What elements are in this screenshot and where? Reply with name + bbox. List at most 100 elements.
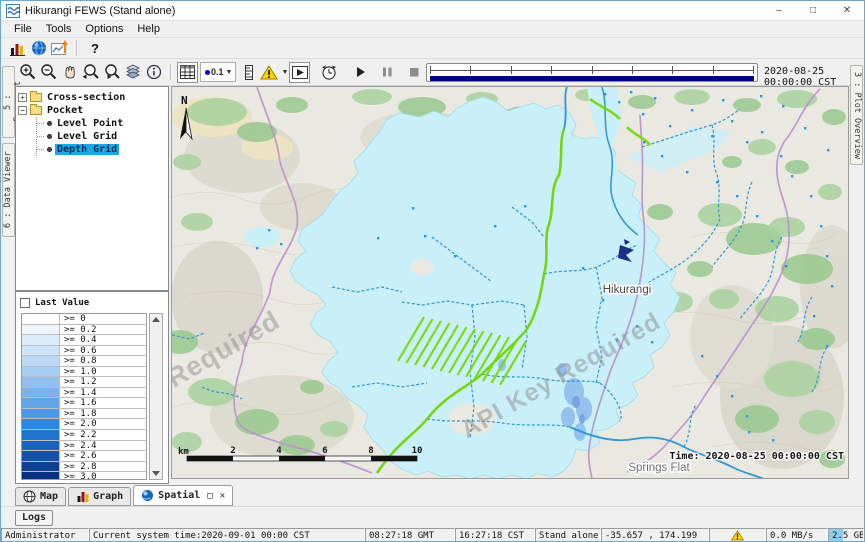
stop-button[interactable] — [403, 62, 424, 83]
legend-row[interactable]: >= 1.2 — [22, 377, 146, 388]
zoom-next-button[interactable] — [101, 62, 122, 83]
tree-item-cross-section[interactable]: Cross-section — [18, 91, 166, 104]
legend-row[interactable]: >= 1.4 — [22, 388, 146, 399]
chevron-down-icon: ▼ — [226, 69, 233, 76]
legend-row[interactable]: >= 0.4 — [22, 335, 146, 346]
bar-chart-icon — [76, 490, 89, 503]
legend-row[interactable]: >= 2.0 — [22, 419, 146, 430]
tab-graph[interactable]: Graph — [68, 487, 131, 506]
time-slider[interactable] — [426, 63, 758, 82]
info-icon — [145, 63, 163, 81]
close-button[interactable]: ✕ — [830, 1, 864, 20]
ruler-icon — [242, 64, 256, 81]
tree-item-level-grid[interactable]: Level Grid — [37, 130, 166, 143]
tab-map[interactable]: Map — [15, 487, 66, 506]
tree-item-depth-grid[interactable]: Depth Grid — [37, 143, 166, 156]
zoom-in-button[interactable] — [17, 62, 38, 83]
legend-row[interactable]: >= 0.6 — [22, 346, 146, 357]
explorer-button[interactable] — [7, 38, 28, 59]
close-tab-icon[interactable]: ✕ — [220, 491, 225, 501]
menu-tools[interactable]: Tools — [39, 22, 79, 36]
spatial-display-button[interactable] — [49, 38, 70, 59]
legend-row[interactable]: >= 2.6 — [22, 451, 146, 462]
legend-row[interactable]: >= 1.6 — [22, 398, 146, 409]
legend-scrollbar[interactable] — [149, 313, 163, 480]
map-view[interactable]: Hikurangi Springs Flat API Key Required … — [171, 86, 849, 479]
menu-options[interactable]: Options — [78, 22, 130, 36]
tab-forecast[interactable]: 5 : Forecast — [2, 66, 15, 138]
legend-row[interactable]: >= 0.8 — [22, 356, 146, 367]
folder-icon — [30, 106, 42, 115]
legend-row[interactable]: >= 1.8 — [22, 409, 146, 420]
animate-forward-button[interactable] — [289, 62, 310, 83]
map-toolbar: 0.1 ▼ ▼ — [1, 59, 864, 86]
status-warning-cell[interactable] — [709, 528, 766, 542]
legend-label: >= 2.6 — [60, 451, 97, 461]
svg-text:8: 8 — [368, 446, 373, 456]
play-button[interactable] — [349, 62, 370, 83]
legend-swatch — [22, 462, 60, 472]
scroll-up-icon[interactable] — [152, 317, 160, 322]
collapse-icon[interactable] — [18, 106, 27, 115]
map-canvas[interactable]: Hikurangi Springs Flat API Key Required … — [172, 87, 849, 479]
legend-title: Last Value — [35, 298, 89, 308]
pan-button[interactable] — [59, 62, 80, 83]
pause-button[interactable] — [376, 62, 397, 83]
legend-label: >= 3.0 — [60, 472, 97, 480]
legend-label: >= 0.2 — [60, 325, 97, 335]
main-toolbar: ? — [1, 38, 864, 59]
legend-label: >= 2.0 — [60, 419, 97, 429]
zoom-previous-button[interactable] — [80, 62, 101, 83]
layers-button[interactable] — [122, 62, 143, 83]
legend-swatch — [22, 430, 60, 440]
scroll-down-icon[interactable] — [152, 471, 160, 476]
svg-text:2: 2 — [230, 446, 235, 456]
help-button[interactable]: ? — [83, 41, 107, 56]
detach-tab-icon[interactable]: □ — [207, 491, 212, 501]
logs-button[interactable]: Logs — [15, 510, 53, 526]
animation-settings-button[interactable] — [318, 62, 339, 83]
zoom-out-button[interactable] — [38, 62, 59, 83]
last-value-checkbox[interactable] — [20, 298, 30, 308]
contour-scale-value: 0.1 — [211, 67, 224, 77]
grid-display-button[interactable] — [177, 62, 198, 83]
tab-spatial[interactable]: Spatial □ ✕ — [133, 485, 233, 506]
tab-map-label: Map — [40, 491, 58, 502]
legend-panel: Last Value >= 0>= 0.2>= 0.4>= 0.6>= 0.8>… — [15, 291, 169, 484]
tab-data-viewer[interactable]: 6 : Data Viewer — [2, 143, 15, 237]
legend-row[interactable]: >= 2.8 — [22, 462, 146, 473]
expand-icon[interactable] — [18, 93, 27, 102]
svg-text:4: 4 — [276, 446, 282, 456]
logs-row: Logs — [1, 506, 864, 528]
map-display-button[interactable] — [28, 38, 49, 59]
legend-row[interactable]: >= 0.2 — [22, 325, 146, 336]
legend-label: >= 0.4 — [60, 335, 97, 345]
legend-row[interactable]: >= 2.2 — [22, 430, 146, 441]
ruler-button[interactable] — [238, 62, 259, 83]
tree-item-pocket[interactable]: Pocket — [18, 104, 166, 117]
maximize-button[interactable]: □ — [796, 1, 830, 20]
contour-scale-dropdown[interactable]: 0.1 ▼ — [200, 62, 236, 82]
legend-row[interactable]: >= 0 — [22, 314, 146, 325]
menu-help[interactable]: Help — [130, 22, 167, 36]
toolbar-separator — [76, 40, 77, 56]
minimize-button[interactable]: – — [762, 1, 796, 20]
svg-text:km: km — [178, 447, 189, 457]
menu-file[interactable]: File — [7, 22, 39, 36]
status-local-time: 16:27:18 CST — [455, 528, 535, 542]
info-button[interactable] — [143, 62, 164, 83]
left-tab-strip: 5 : Forecast 6 : Data Viewer — [1, 61, 15, 526]
legend-row[interactable]: >= 2.4 — [22, 441, 146, 452]
layers-icon — [124, 63, 142, 81]
time-slider-track[interactable] — [430, 65, 754, 75]
node-bullet-icon — [47, 121, 52, 126]
legend-row[interactable]: >= 3.0 — [22, 472, 146, 480]
thresholds-dropdown[interactable]: ▼ — [259, 62, 289, 83]
tree-item-level-point[interactable]: Level Point — [37, 117, 166, 130]
status-bar: Administrator Current system time:2020-0… — [1, 528, 864, 542]
timer-icon — [320, 63, 338, 81]
legend-swatch — [22, 451, 60, 461]
tab-plot-overview[interactable]: 3 : Plot Overview — [850, 65, 863, 165]
legend-label: >= 1.4 — [60, 388, 97, 398]
legend-row[interactable]: >= 1.0 — [22, 367, 146, 378]
